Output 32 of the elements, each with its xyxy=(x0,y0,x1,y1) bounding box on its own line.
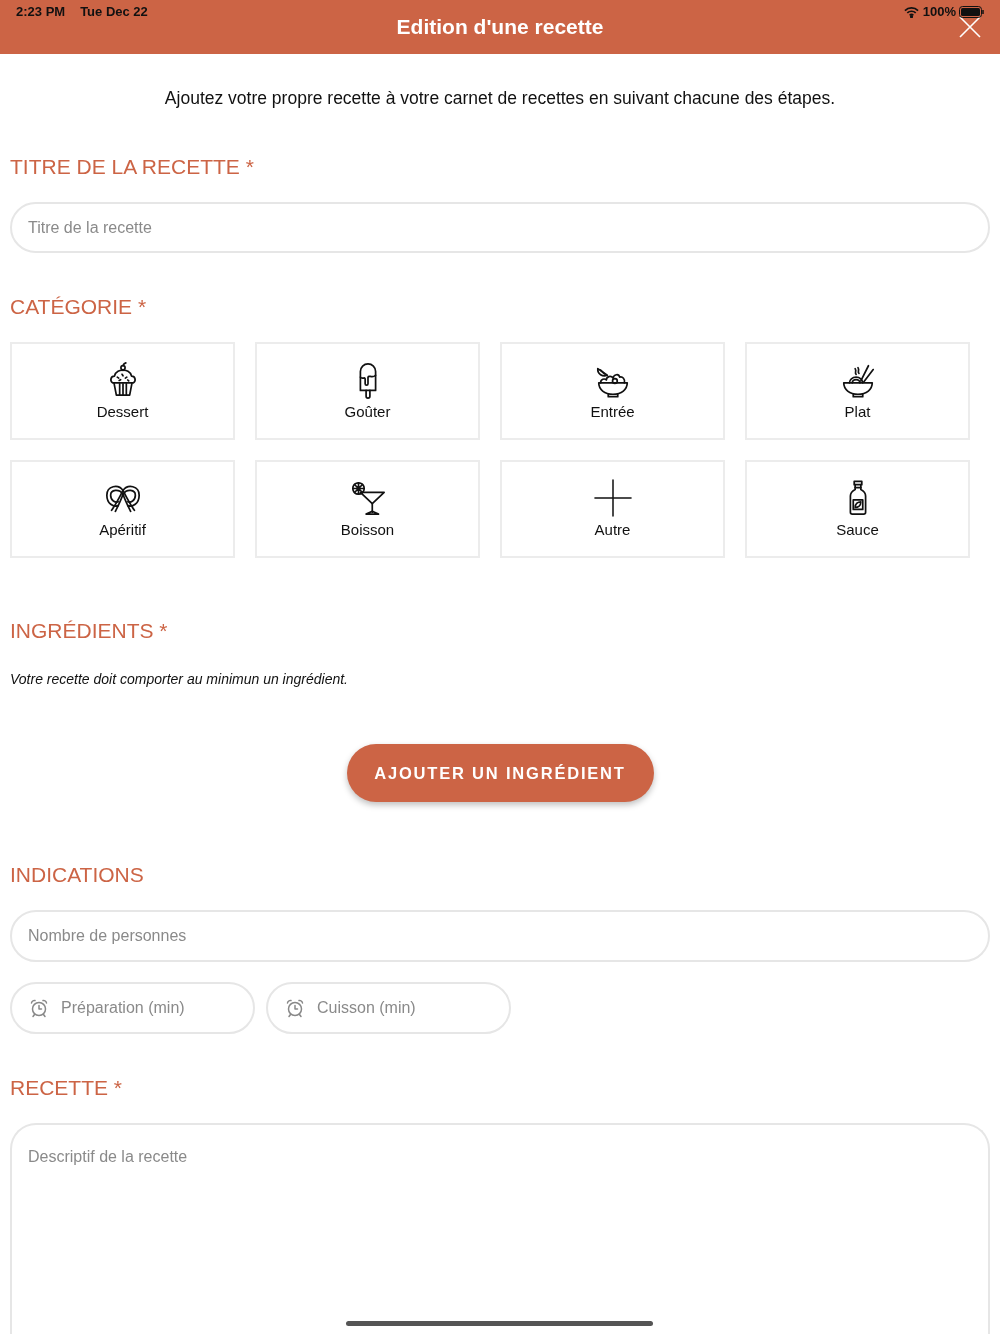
servings-field[interactable]: Nombre de personnes xyxy=(10,910,990,962)
category-button[interactable]: Dessert xyxy=(10,342,235,440)
time-input-field[interactable]: Cuisson (min) xyxy=(266,982,511,1034)
time-input-field[interactable]: Préparation (min) xyxy=(10,982,255,1034)
close-icon xyxy=(959,16,981,38)
intro-text: Ajoutez votre propre recette à votre carnet de recettes en suivant chacune des étapes. xyxy=(164,87,836,110)
alarm-clock-icon xyxy=(285,998,305,1018)
status-date: Tue Dec 22 xyxy=(80,4,148,19)
category-button[interactable]: Goûter xyxy=(255,342,480,440)
category-button[interactable]: Autre xyxy=(500,460,725,558)
recipe-title-field[interactable]: Titre de la recette xyxy=(10,202,990,253)
status-time: 2:23 PM xyxy=(16,4,66,19)
battery-icon xyxy=(959,5,985,18)
description-textarea[interactable]: Descriptif de la recette xyxy=(10,1123,990,1334)
category-button[interactable]: Plat xyxy=(745,342,970,440)
close-button[interactable] xyxy=(958,15,982,39)
category-button[interactable]: Apéritif xyxy=(10,460,235,558)
category-button[interactable]: Boisson xyxy=(255,460,480,558)
add-ingredient-button[interactable]: AJOUTER UN INGRÉDIENT xyxy=(346,744,654,802)
plus-icon xyxy=(593,479,632,517)
alarm-clock-icon xyxy=(29,998,49,1018)
section-heading: TITRE DE LA RECETTE * xyxy=(10,154,254,180)
section-heading: INGRÉDIENTS * xyxy=(10,618,168,644)
section-heading: CATÉGORIE * xyxy=(10,294,147,320)
wifi-icon xyxy=(903,5,919,18)
ingredients-note: Votre recette doit comporter au minimun un ingrédient. xyxy=(10,670,348,689)
category-button[interactable]: Entrée xyxy=(500,342,725,440)
battery-percentage: 100% xyxy=(922,4,956,19)
section-heading: INDICATIONS xyxy=(10,862,144,888)
category-button[interactable]: Sauce xyxy=(745,460,970,558)
section-heading: RECETTE * xyxy=(10,1075,122,1101)
header-title: Edition d'une recette xyxy=(396,15,604,39)
